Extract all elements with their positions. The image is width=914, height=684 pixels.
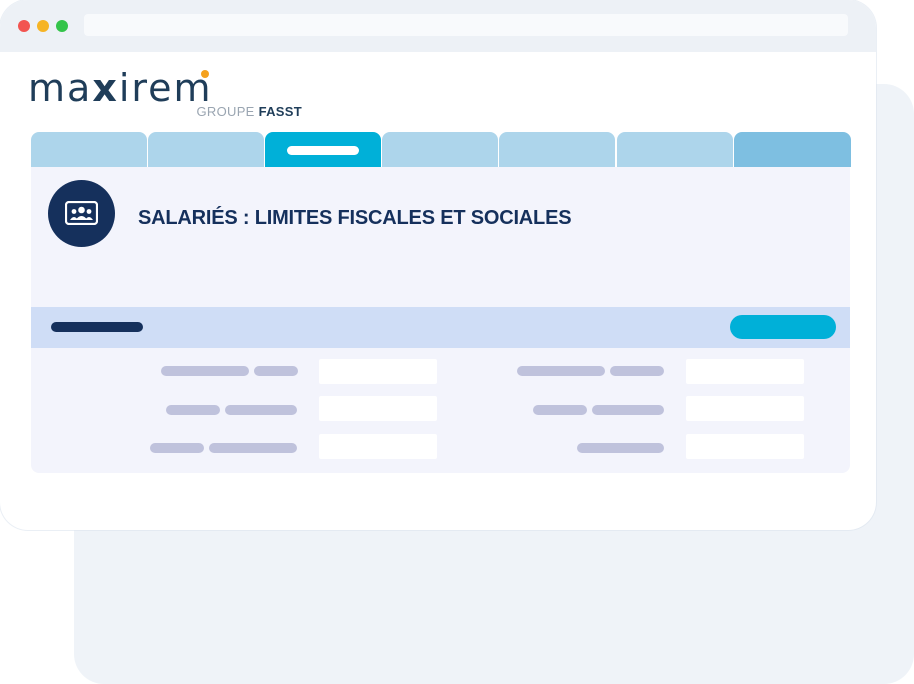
browser-window: maxirem GROUPE FASST SALARIÉS : LIMITES xyxy=(0,0,876,530)
input-field[interactable] xyxy=(686,396,804,421)
tab-6[interactable] xyxy=(617,132,733,167)
browser-titlebar xyxy=(0,0,876,52)
tab-label-placeholder xyxy=(287,146,359,155)
page-icon-badge xyxy=(48,180,115,247)
section-action-button[interactable] xyxy=(730,315,836,339)
logo-group-line: GROUPE FASST xyxy=(196,104,302,119)
field-label-placeholder xyxy=(150,443,204,453)
field-label-placeholder xyxy=(166,405,220,415)
address-bar[interactable] xyxy=(84,14,848,36)
field-label-placeholder xyxy=(225,405,297,415)
input-field[interactable] xyxy=(686,434,804,459)
input-field[interactable] xyxy=(319,359,437,384)
field-label-placeholder xyxy=(610,366,664,376)
maxirem-logo: maxirem GROUPE FASST xyxy=(28,66,302,122)
tab-4[interactable] xyxy=(382,132,498,167)
tab-3-active[interactable] xyxy=(265,132,381,167)
logo-accent-dot xyxy=(201,70,209,78)
input-field[interactable] xyxy=(319,396,437,421)
maximize-window-button[interactable] xyxy=(56,20,68,32)
tab-bar xyxy=(31,132,851,167)
tab-7[interactable] xyxy=(734,132,851,167)
field-label-placeholder xyxy=(592,405,664,415)
field-label-placeholder xyxy=(161,366,249,376)
field-label-placeholder xyxy=(517,366,605,376)
tab-5[interactable] xyxy=(499,132,615,167)
field-label-placeholder xyxy=(254,366,298,376)
section-title-placeholder xyxy=(51,322,143,332)
input-field[interactable] xyxy=(319,434,437,459)
page-title: SALARIÉS : LIMITES FISCALES ET SOCIALES xyxy=(138,207,572,229)
section-header xyxy=(31,307,850,348)
users-group-icon xyxy=(65,201,98,225)
close-window-button[interactable] xyxy=(18,20,30,32)
tab-2[interactable] xyxy=(148,132,264,167)
field-label-placeholder xyxy=(209,443,297,453)
content-panel: SALARIÉS : LIMITES FISCALES ET SOCIALES xyxy=(31,167,850,473)
field-label-placeholder xyxy=(577,443,664,453)
field-label-placeholder xyxy=(533,405,587,415)
minimize-window-button[interactable] xyxy=(37,20,49,32)
input-field[interactable] xyxy=(686,359,804,384)
tab-1[interactable] xyxy=(31,132,147,167)
logo-wordmark: maxirem xyxy=(28,66,213,110)
